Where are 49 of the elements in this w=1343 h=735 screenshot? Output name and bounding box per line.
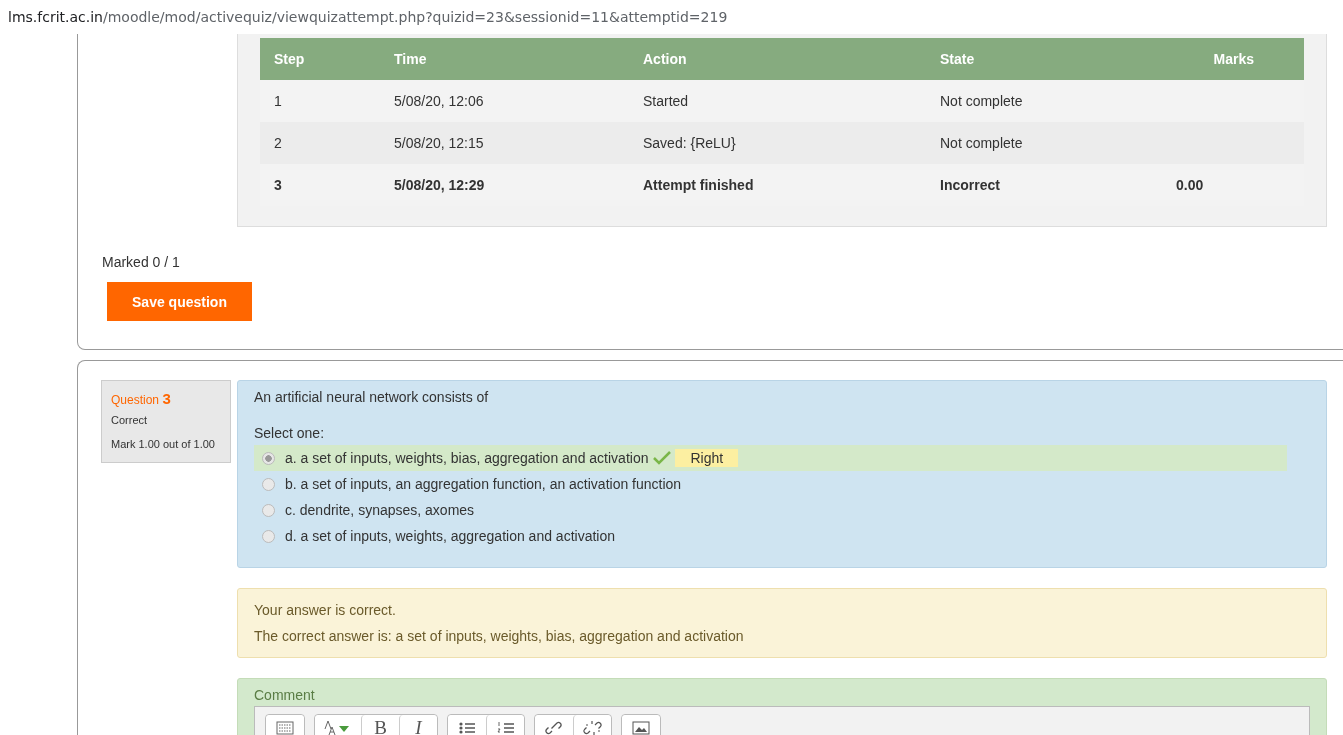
option-text: c. dendrite, synapses, axomes: [285, 502, 475, 518]
marked-text: Marked 0 / 1: [102, 254, 181, 270]
select-prompt: Select one:: [254, 425, 326, 441]
question-mark: Mark 1.00 out of 1.00: [111, 437, 216, 452]
table-cell-text: Incorrect: [940, 177, 1001, 193]
comment-label: Comment: [254, 687, 316, 703]
keyboard-button[interactable]: [266, 715, 304, 735]
feedback-text: Your answer is correct.: [254, 601, 397, 620]
feedback-text: The correct answer is: a set of inputs, weights, bias, aggregation and activation: [254, 627, 745, 646]
table-cell-text: Attempt finished: [643, 177, 755, 193]
table-cell-text: Not complete: [940, 135, 1024, 151]
option-text: a. a set of inputs, weights, bias, aggregation and activation: [285, 450, 649, 466]
table-cell-text: Started: [643, 93, 690, 109]
radio-button[interactable]: [262, 451, 275, 465]
column-header: Marks: [1212, 51, 1255, 67]
italic-button[interactable]: I: [399, 715, 437, 735]
table-cell-text: 2: [274, 135, 283, 151]
column-header: State: [940, 51, 976, 67]
table-cell-text: 5/08/20, 12:29: [394, 177, 486, 193]
table-cell-text: Saved: {ReLU}: [643, 135, 737, 151]
unlink-button[interactable]: [573, 715, 611, 735]
bulleted-list-icon: [457, 720, 477, 735]
column-header: Time: [394, 51, 428, 67]
image-button[interactable]: [622, 715, 660, 735]
radio-button[interactable]: [262, 529, 275, 543]
option-text: b. a set of inputs, an aggregation function, an activation function: [285, 476, 682, 492]
check-icon: [653, 451, 672, 465]
radio-button[interactable]: [262, 477, 275, 491]
keyboard-icon: [275, 720, 295, 735]
option-text: d. a set of inputs, weights, aggregation and activation: [285, 528, 615, 544]
numbered-list-icon: [495, 720, 516, 735]
question-number: Question 3: [111, 389, 172, 409]
link-icon: [544, 720, 564, 735]
radio-button[interactable]: [262, 503, 275, 517]
column-header: Action: [643, 51, 688, 67]
question-status: Correct: [111, 413, 149, 428]
table-cell-text: 3: [274, 177, 283, 193]
right-badge: Right: [675, 449, 739, 467]
address-bar[interactable]: lms.fcrit.ac.in/moodle/mod/activequiz/viewquizattempt.php?quizid=23&sessionid=11&attemptid=219: [0, 0, 1343, 34]
table-cell-text: Not complete: [940, 93, 1024, 109]
column-header: Step: [274, 51, 306, 67]
image-icon: [631, 720, 651, 735]
table-cell-text: 1: [274, 93, 283, 109]
table-cell-text: 5/08/20, 12:15: [394, 135, 485, 151]
table-cell-text: 0.00: [1176, 177, 1205, 193]
numbers-button[interactable]: [486, 715, 524, 735]
question-text: An artificial neural network consists of: [254, 389, 490, 405]
unlink-icon: [582, 720, 603, 735]
table-cell-text: 5/08/20, 12:06: [394, 93, 485, 109]
